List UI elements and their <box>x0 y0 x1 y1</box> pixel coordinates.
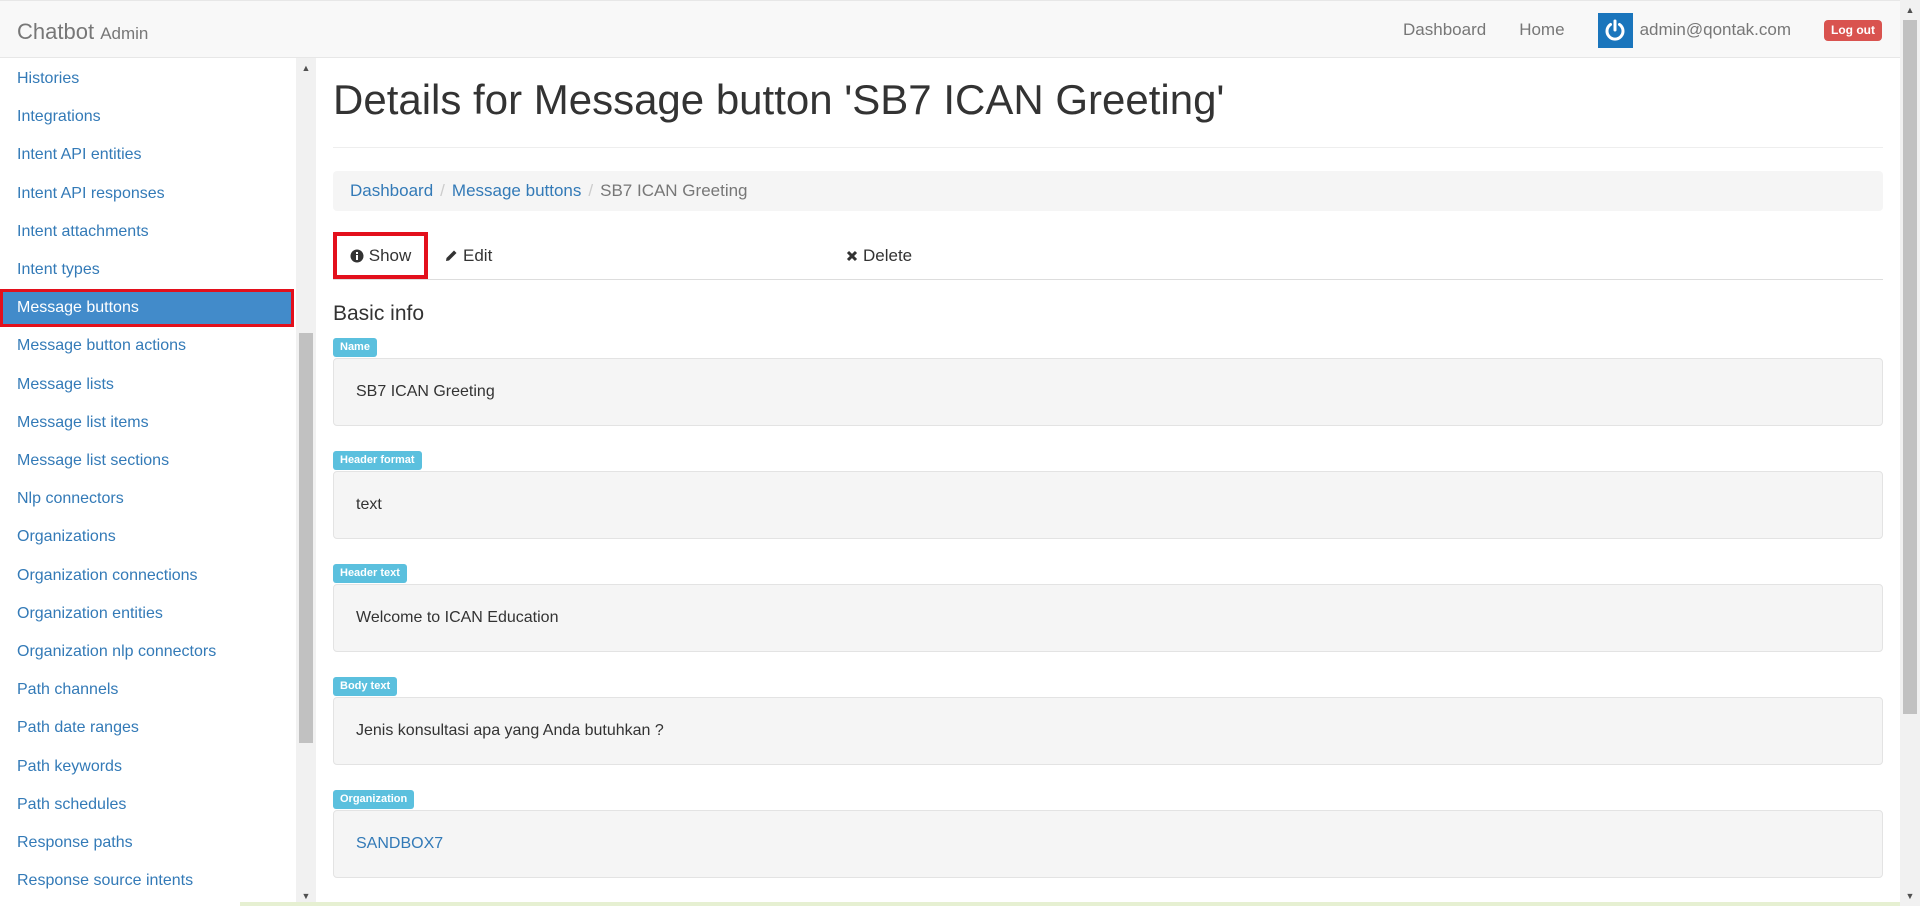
page-scroll-up-arrow-icon[interactable]: ▲ <box>1900 2 1920 18</box>
sidebar-item-intent-api-responses[interactable]: Intent API responses <box>0 175 296 213</box>
field-label: Header format <box>333 451 422 470</box>
breadcrumb-message-buttons[interactable]: Message buttons <box>452 181 581 201</box>
nav-link-dashboard[interactable]: Dashboard <box>1403 20 1486 40</box>
breadcrumb: Dashboard / Message buttons / SB7 ICAN G… <box>333 171 1883 211</box>
field-value: SB7 ICAN Greeting <box>356 383 495 400</box>
tab-show-label: Show <box>368 245 412 265</box>
power-icon <box>1605 19 1625 41</box>
sidebar-item-intent-types[interactable]: Intent types <box>0 251 296 289</box>
sidebar-item-message-button-actions[interactable]: Message button actions <box>0 327 296 365</box>
sidebar-item-organizations[interactable]: Organizations <box>0 518 296 556</box>
brand-name: Chatbot <box>17 19 95 44</box>
field-value: Welcome to ICAN Education <box>356 609 559 626</box>
title-divider <box>333 147 1883 148</box>
field-value: Jenis konsultasi apa yang Anda butuhkan … <box>356 722 664 739</box>
logout-button[interactable]: Log out <box>1824 19 1882 41</box>
sidebar-item-message-lists[interactable]: Message lists <box>0 366 296 404</box>
sidebar-item-path-channels[interactable]: Path channels <box>0 671 296 709</box>
sidebar-item-intent-attachments[interactable]: Intent attachments <box>0 213 296 251</box>
organization-link[interactable]: SANDBOX7 <box>356 835 443 853</box>
tab-edit-label: Edit <box>463 246 493 265</box>
sidebar-item-path-keywords[interactable]: Path keywords <box>0 748 296 786</box>
sidebar-scrollbar[interactable]: ▲ ▼ <box>296 58 316 906</box>
tab-delete[interactable]: Delete <box>846 232 912 280</box>
sidebar-item-response-source-intents[interactable]: Response source intents <box>0 862 296 900</box>
field-value-well: text <box>333 471 1883 539</box>
sidebar-item-intent-api-entities[interactable]: Intent API entities <box>0 136 296 174</box>
field-value-well: Jenis konsultasi apa yang Anda butuhkan … <box>333 697 1883 765</box>
field-label: Organization <box>333 790 415 809</box>
pencil-icon <box>444 249 458 263</box>
tab-delete-label: Delete <box>863 246 913 265</box>
sidebar-item-path-date-ranges[interactable]: Path date ranges <box>0 709 296 747</box>
user-email: admin@qontak.com <box>1639 20 1792 39</box>
page-title: Details for Message button 'SB7 ICAN Gre… <box>333 76 1225 123</box>
tab-show[interactable]: Show <box>333 232 428 279</box>
avatar <box>1597 12 1633 48</box>
sidebar-item-integrations[interactable]: Integrations <box>0 98 296 136</box>
field-label: Body text <box>333 677 398 696</box>
section-title-basic-info: Basic info <box>333 302 425 325</box>
page-scroll-down-arrow-icon[interactable]: ▼ <box>1900 888 1920 904</box>
sidebar-item-path-schedules[interactable]: Path schedules <box>0 786 296 824</box>
field-value: text <box>356 496 382 513</box>
navbar-right: Dashboard Home admin@qontak.com Log out <box>1403 1 1900 59</box>
breadcrumb-current: SB7 ICAN Greeting <box>600 181 748 200</box>
sidebar-item-organization-connections[interactable]: Organization connections <box>0 557 296 595</box>
sidebar-item-response-paths[interactable]: Response paths <box>0 824 296 862</box>
user-menu[interactable]: admin@qontak.com <box>1597 12 1792 48</box>
sidebar-item-nlp-connectors[interactable]: Nlp connectors <box>0 480 296 518</box>
field-value-well: SANDBOX7 <box>333 810 1883 878</box>
nav-link-home[interactable]: Home <box>1519 20 1564 40</box>
sidebar-item-message-list-items[interactable]: Message list items <box>0 404 296 442</box>
scroll-up-arrow-icon[interactable]: ▲ <box>296 60 316 76</box>
sidebar-item-organization-nlp-connectors[interactable]: Organization nlp connectors <box>0 633 296 671</box>
breadcrumb-dashboard[interactable]: Dashboard <box>350 181 433 201</box>
field-label: Name <box>333 338 377 357</box>
top-navbar: Chatbot Admin Dashboard Home admin@qonta… <box>0 0 1900 58</box>
sidebar-scroll-thumb[interactable] <box>299 333 313 743</box>
bottom-strip <box>240 902 1900 906</box>
field-value-well: SB7 ICAN Greeting <box>333 358 1883 426</box>
sidebar-item-histories[interactable]: Histories <box>0 60 296 98</box>
main-content: Details for Message button 'SB7 ICAN Gre… <box>316 58 1900 906</box>
tab-edit[interactable]: Edit <box>444 232 492 280</box>
times-icon <box>846 250 858 262</box>
brand[interactable]: Chatbot Admin <box>17 19 148 45</box>
action-tabs: Show Edit Delete <box>333 232 1883 280</box>
sidebar: Histories Integrations Intent API entities… <box>0 58 296 906</box>
breadcrumb-separator: / <box>440 181 445 200</box>
field-label: Header text <box>333 564 407 583</box>
brand-sub: Admin <box>100 24 149 43</box>
page-scrollbar[interactable]: ▲ ▼ <box>1900 0 1920 906</box>
breadcrumb-separator: / <box>588 181 594 200</box>
field-value-well: Welcome to ICAN Education <box>333 584 1883 652</box>
page-scroll-thumb[interactable] <box>1903 20 1917 714</box>
sidebar-item-message-buttons[interactable]: Message buttons <box>0 289 294 327</box>
info-circle-icon <box>350 249 364 263</box>
sidebar-item-message-list-sections[interactable]: Message list sections <box>0 442 296 480</box>
sidebar-item-organization-entities[interactable]: Organization entities <box>0 595 296 633</box>
